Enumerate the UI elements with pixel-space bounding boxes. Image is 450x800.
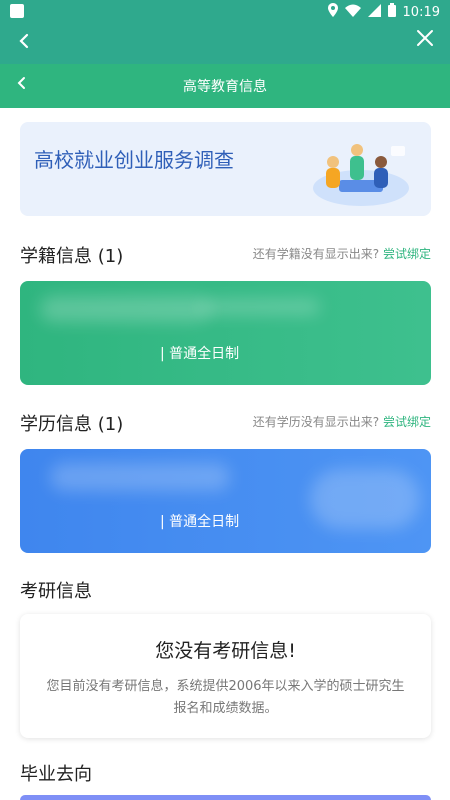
team-meeting-illustration <box>313 144 409 206</box>
education-card[interactable]: | 普通全日制 <box>20 449 431 553</box>
education-study-mode: | 普通全日制 <box>160 514 240 530</box>
redacted-info <box>40 296 210 322</box>
notification-icon <box>10 4 24 18</box>
redacted-info <box>200 299 320 315</box>
enrollment-study-mode: | 普通全日制 <box>160 346 240 362</box>
enrollment-section-title: 学籍信息 (1) <box>20 246 124 267</box>
education-hint-text: 还有学历没有显示出来? <box>252 415 380 429</box>
education-bind-link[interactable]: 尝试绑定 <box>383 415 431 429</box>
chevron-left-icon <box>19 33 29 49</box>
postgrad-section-title: 考研信息 <box>20 581 92 602</box>
destination-section-title: 毕业去向 <box>20 764 92 785</box>
close-button[interactable] <box>416 28 434 53</box>
wifi-icon <box>344 4 361 21</box>
redacted-info <box>50 463 230 491</box>
education-hint: 还有学历没有显示出来? 尝试绑定 <box>253 413 431 430</box>
battery-icon <box>387 3 396 21</box>
close-icon <box>417 30 433 46</box>
status-time: 10:19 <box>402 4 440 20</box>
postgrad-notice-card: 您没有考研信息! 您目前没有考研信息，系统提供2006年以来入学的硕士研究生报名… <box>20 614 431 738</box>
signal-icon <box>367 3 381 21</box>
status-icons: 10:19 <box>327 3 440 21</box>
enrollment-hint-text: 还有学籍没有显示出来? <box>252 247 380 261</box>
enrollment-bind-link[interactable]: 尝试绑定 <box>383 247 431 261</box>
destination-card-edge[interactable] <box>20 795 431 800</box>
location-icon <box>327 3 338 21</box>
back-button[interactable] <box>18 32 30 55</box>
app-bar <box>0 24 450 64</box>
survey-banner[interactable]: 高校就业创业服务调查 <box>20 122 431 216</box>
enrollment-card[interactable]: | 普通全日制 <box>20 281 431 385</box>
status-bar: 10:19 <box>0 0 450 24</box>
page-title: 高等教育信息 <box>183 79 267 95</box>
postgrad-notice-title: 您没有考研信息! <box>155 640 296 662</box>
page-header: 高等教育信息 <box>0 64 450 108</box>
redacted-info <box>310 469 420 529</box>
banner-title: 高校就业创业服务调查 <box>34 148 234 172</box>
enrollment-hint: 还有学籍没有显示出来? 尝试绑定 <box>253 245 431 262</box>
postgrad-notice-body: 您目前没有考研信息，系统提供2006年以来入学的硕士研究生报名和成绩数据。 <box>46 679 405 716</box>
education-section-title: 学历信息 (1) <box>20 414 124 435</box>
